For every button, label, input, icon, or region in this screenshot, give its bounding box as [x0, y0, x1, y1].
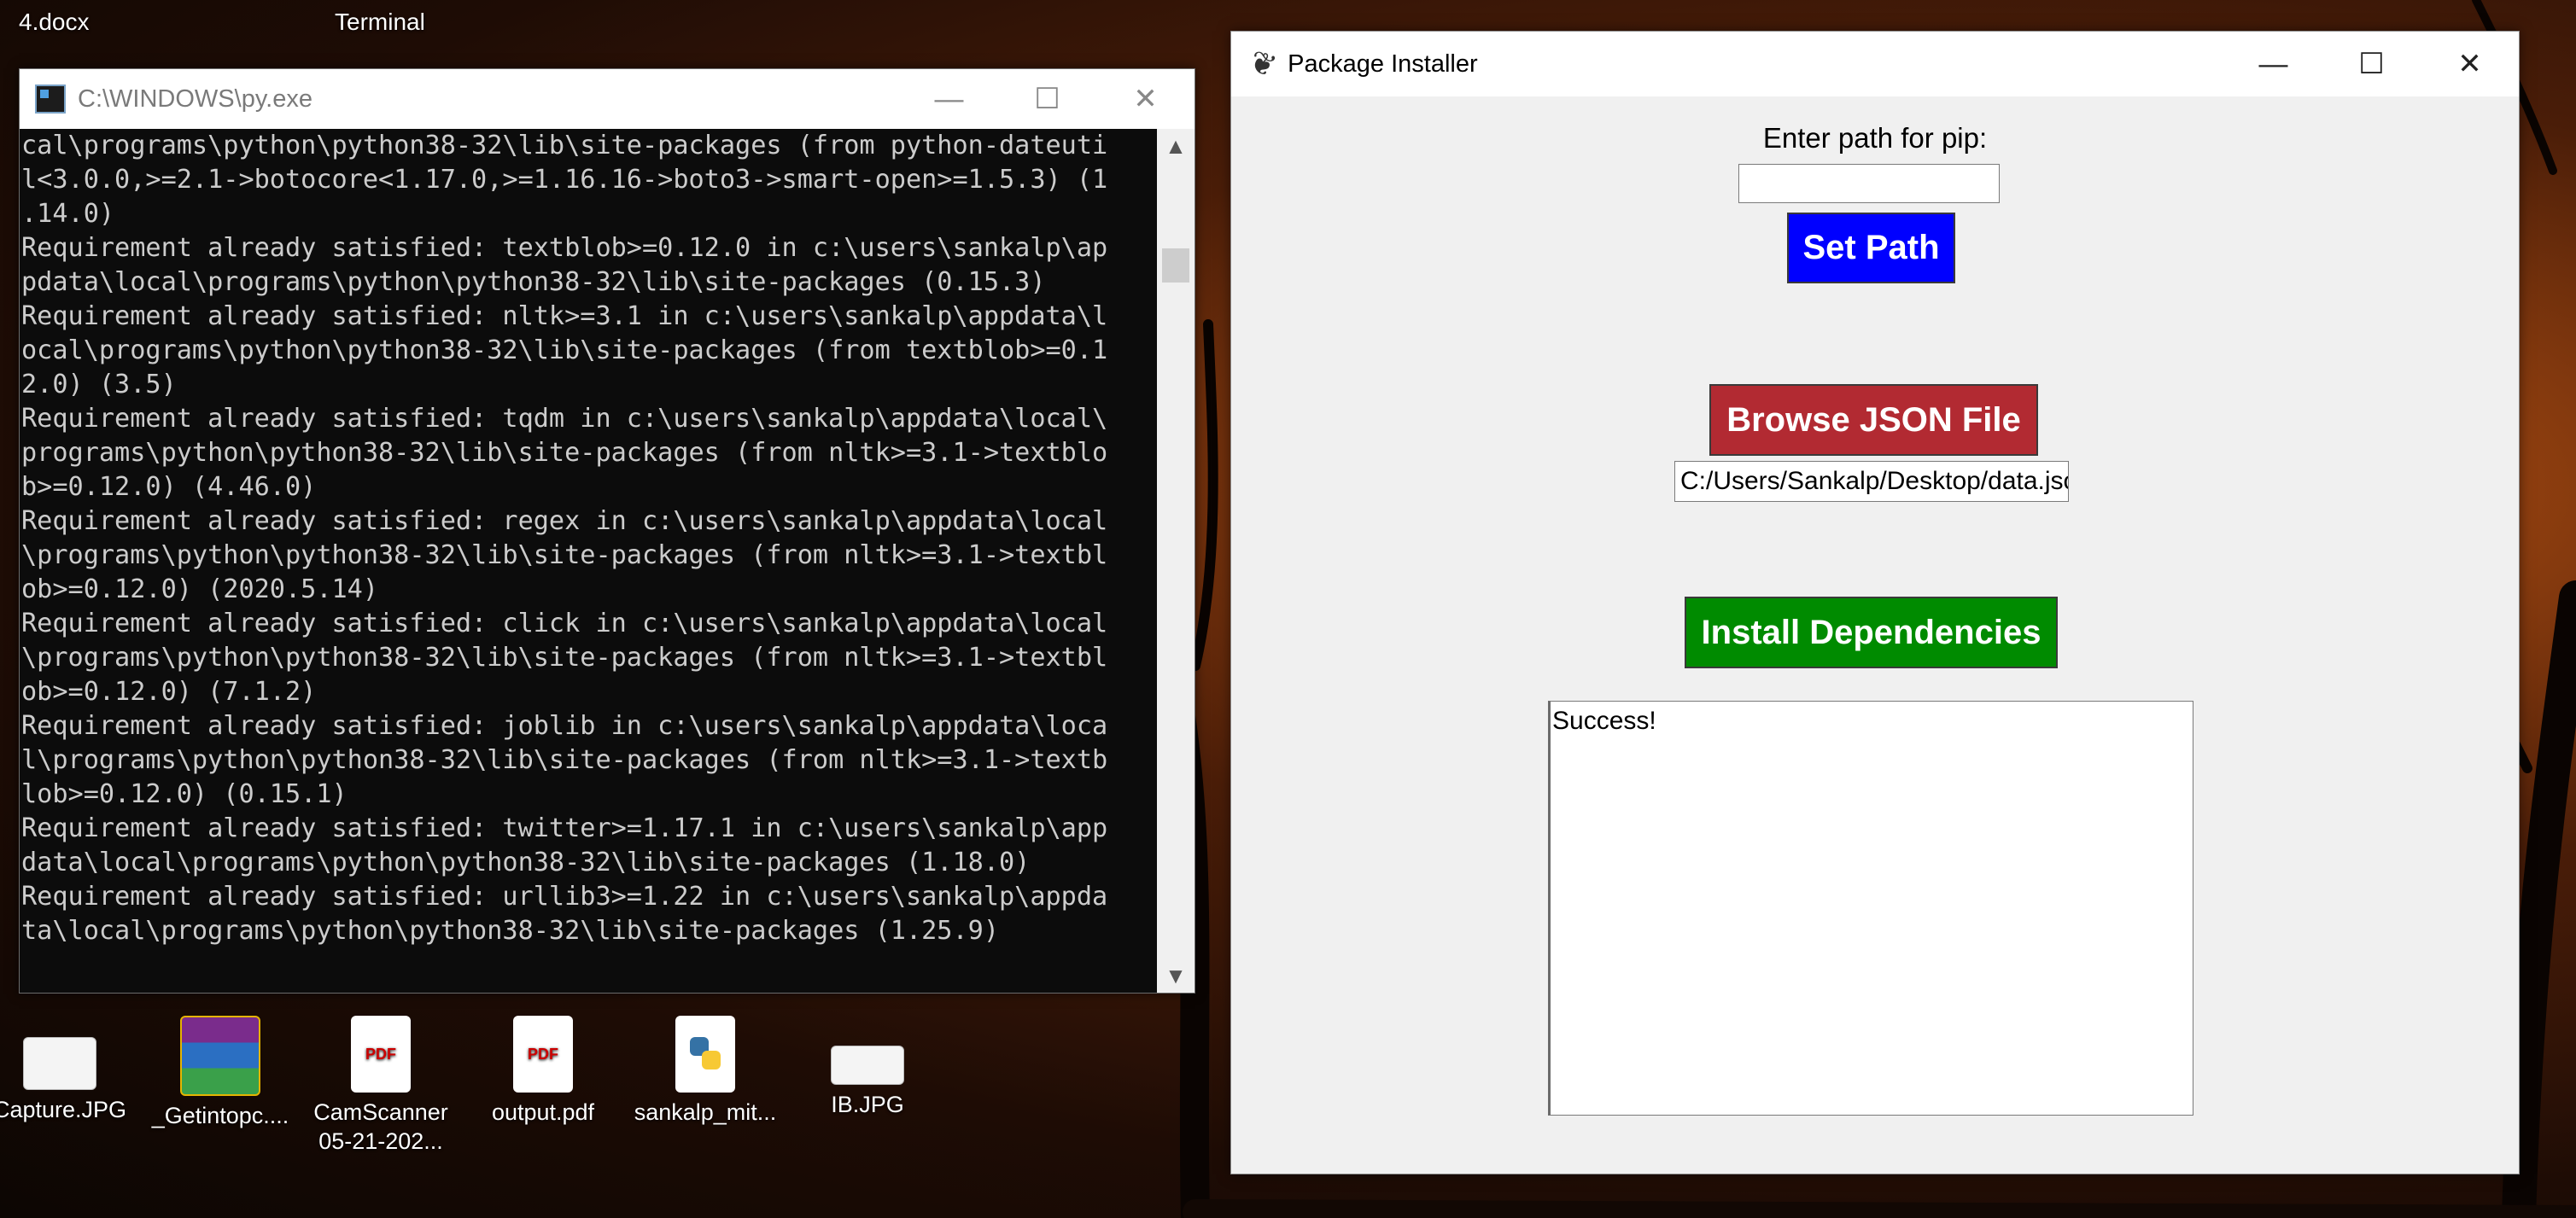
- minimize-button[interactable]: —: [900, 69, 998, 129]
- scroll-up-icon[interactable]: ▲: [1157, 129, 1195, 163]
- pip-path-label: Enter path for pip:: [1762, 122, 1988, 154]
- image-icon: [23, 1037, 96, 1090]
- console-line: Requirement already satisfied: joblib in…: [21, 711, 1108, 741]
- console-line: ob>=0.12.0) (2020.5.14): [21, 574, 379, 604]
- scroll-down-icon[interactable]: ▼: [1157, 959, 1195, 993]
- image-icon: [831, 1046, 904, 1085]
- console-line: \programs\python\python38-32\lib\site-pa…: [21, 540, 1108, 570]
- minimize-button[interactable]: —: [2224, 32, 2322, 96]
- python-console-icon: [35, 85, 66, 114]
- console-line: .14.0): [21, 199, 115, 229]
- console-line: ta\local\programs\python\python38-32\lib…: [21, 916, 999, 946]
- desktop-icon-camscanner[interactable]: PDF CamScanner 05-21-202...: [304, 1016, 458, 1156]
- set-path-button[interactable]: Set Path: [1787, 213, 1955, 283]
- pdf-icon: PDF: [351, 1016, 411, 1093]
- output-textbox[interactable]: Success!: [1548, 701, 2193, 1116]
- desktop-icon-capture[interactable]: Capture.JPG: [0, 1020, 137, 1124]
- console-output[interactable]: cal\programs\python\python38-32\lib\site…: [20, 129, 1157, 993]
- console-window[interactable]: C:\WINDOWS\py.exe — ☐ ✕ cal\programs\pyt…: [19, 68, 1195, 994]
- console-line: data\local\programs\python\python38-32\l…: [21, 848, 1031, 877]
- console-line: Requirement already satisfied: textblob>…: [21, 233, 1108, 263]
- console-line: l<3.0.0,>=2.1->botocore<1.17.0,>=1.16.16…: [21, 165, 1108, 195]
- console-line: ocal\programs\python\python38-32\lib\sit…: [21, 335, 1108, 365]
- console-line: cal\programs\python\python38-32\lib\site…: [21, 131, 1108, 160]
- installer-title: Package Installer: [1288, 50, 1478, 78]
- python-file-icon: [675, 1016, 735, 1093]
- console-line: Requirement already satisfied: nltk>=3.1…: [21, 301, 1108, 331]
- maximize-button[interactable]: ☐: [2322, 32, 2421, 96]
- console-window-controls: — ☐ ✕: [900, 69, 1195, 129]
- tk-feather-icon: ❦: [1245, 43, 1282, 85]
- installer-window-controls: — ☐ ✕: [2224, 32, 2519, 96]
- desktop-icon-label: _Getintopc....: [151, 1103, 289, 1128]
- console-line: \programs\python\python38-32\lib\site-pa…: [21, 643, 1108, 673]
- close-button[interactable]: ✕: [2421, 32, 2519, 96]
- desktop-icon-output-pdf[interactable]: PDF output.pdf: [466, 1016, 620, 1127]
- install-dependencies-button[interactable]: Install Dependencies: [1685, 597, 2058, 668]
- console-line: pdata\local\programs\python\python38-32\…: [21, 267, 1046, 297]
- maximize-button[interactable]: ☐: [998, 69, 1096, 129]
- console-line: b>=0.12.0) (4.46.0): [21, 472, 317, 502]
- console-line: Requirement already satisfied: click in …: [21, 609, 1108, 638]
- console-line: Requirement already satisfied: twitter>=…: [21, 813, 1108, 843]
- console-line: Requirement already satisfied: urllib3>=…: [21, 882, 1108, 912]
- scroll-thumb[interactable]: [1162, 248, 1189, 283]
- close-button[interactable]: ✕: [1096, 69, 1195, 129]
- desktop-label-docx[interactable]: 4.docx: [19, 9, 90, 36]
- pdf-icon: PDF: [513, 1016, 573, 1093]
- desktop-label-terminal[interactable]: Terminal: [335, 9, 425, 36]
- package-installer-window[interactable]: ❦ Package Installer — ☐ ✕ Enter path for…: [1230, 31, 2520, 1174]
- desktop-icon-python-file[interactable]: sankalp_mit...: [628, 1016, 782, 1127]
- pip-path-input[interactable]: [1738, 164, 2000, 203]
- console-line: programs\python\python38-32\lib\site-pac…: [21, 438, 1108, 468]
- installer-titlebar[interactable]: ❦ Package Installer — ☐ ✕: [1231, 32, 2519, 96]
- console-line: Requirement already satisfied: regex in …: [21, 506, 1108, 536]
- desktop-icon-label: IB.JPG: [831, 1092, 904, 1117]
- console-title: C:\WINDOWS\py.exe: [78, 85, 313, 113]
- console-titlebar[interactable]: C:\WINDOWS\py.exe — ☐ ✕: [20, 69, 1195, 129]
- desktop-icon-label: sankalp_mit...: [634, 1099, 777, 1125]
- console-line: lob>=0.12.0) (0.15.1): [21, 779, 348, 809]
- desktop-icon-label: CamScanner 05-21-202...: [313, 1099, 448, 1154]
- console-line: l\programs\python\python38-32\lib\site-p…: [21, 745, 1108, 775]
- console-line: ob>=0.12.0) (7.1.2): [21, 677, 317, 707]
- browse-json-button[interactable]: Browse JSON File: [1709, 384, 2038, 456]
- console-scrollbar[interactable]: ▲ ▼: [1157, 129, 1195, 993]
- desktop-icon-label: output.pdf: [491, 1099, 595, 1125]
- desktop-icon-label: Capture.JPG: [0, 1097, 127, 1122]
- json-path-field[interactable]: C:/Users/Sankalp/Desktop/data.jso: [1674, 461, 2069, 502]
- winrar-icon: [180, 1016, 260, 1096]
- desktop-icon-ib[interactable]: IB.JPG: [791, 1020, 944, 1119]
- console-line: Requirement already satisfied: tqdm in c…: [21, 404, 1108, 434]
- console-line: 2.0) (3.5): [21, 370, 177, 399]
- desktop-icon-getintopc[interactable]: _Getintopc....: [143, 1016, 297, 1130]
